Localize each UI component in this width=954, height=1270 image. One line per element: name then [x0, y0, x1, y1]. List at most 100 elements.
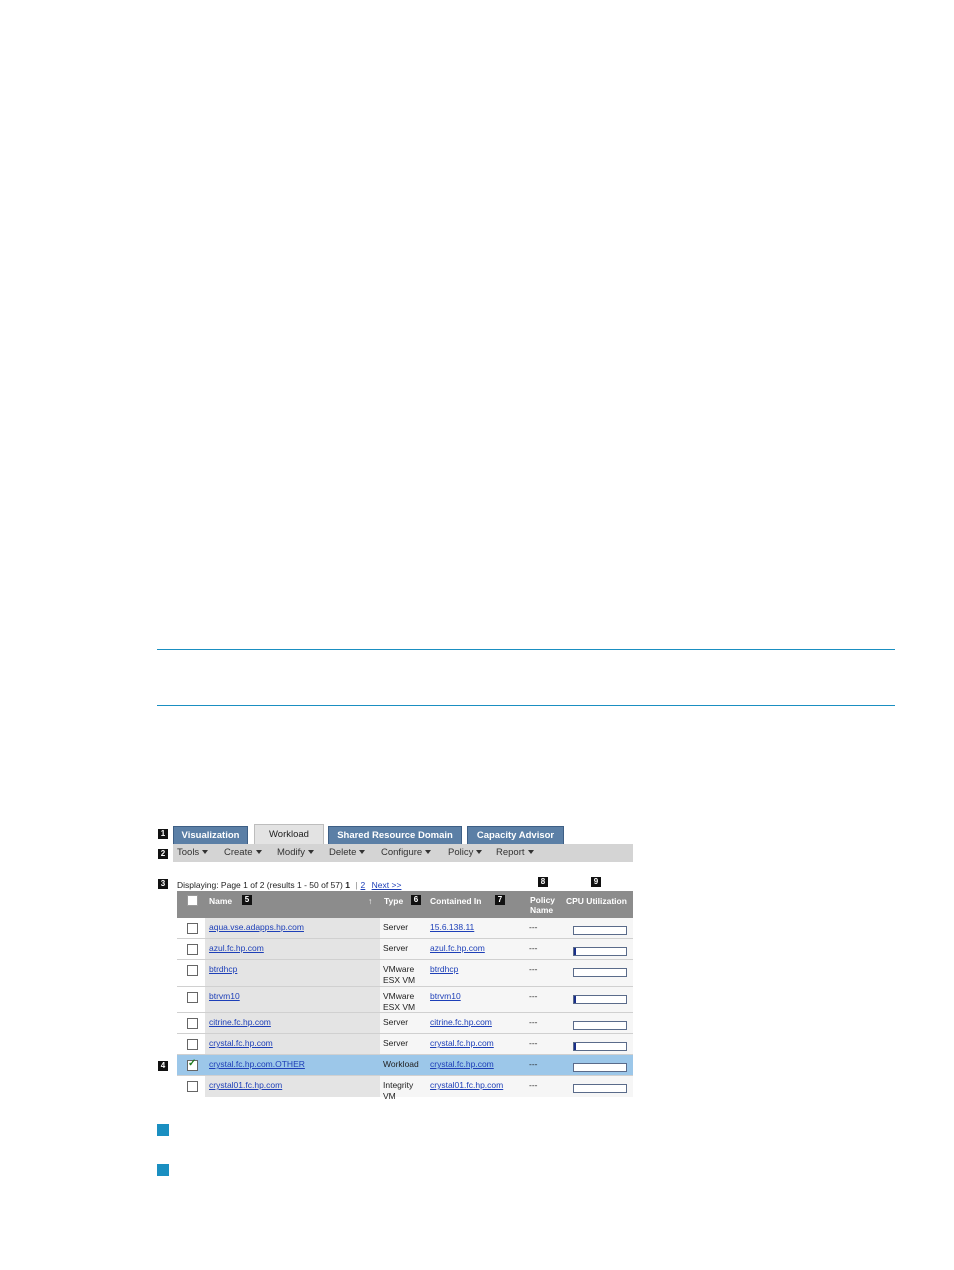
menu-label: Delete — [329, 847, 357, 858]
workload-name-link[interactable]: azul.fc.hp.com — [209, 943, 264, 953]
workload-name-link[interactable]: crystal.fc.hp.com.OTHER — [209, 1059, 305, 1069]
sort-ascending-icon[interactable]: ↑ — [368, 896, 372, 906]
caret-down-icon — [359, 850, 366, 854]
menu-label: Policy — [448, 847, 474, 858]
contained-in-link[interactable]: citrine.fc.hp.com — [430, 1017, 492, 1027]
workload-type: Workload — [383, 1059, 419, 1070]
column-header-policy-line2: Name — [530, 905, 554, 915]
cpu-utilization-fill — [574, 948, 577, 955]
menu-create[interactable]: Create — [224, 844, 262, 862]
contained-in-link[interactable]: btrdhcp — [430, 964, 458, 974]
menu-configure[interactable]: Configure — [381, 844, 432, 862]
pagination-separator: | — [355, 880, 358, 890]
select-all-checkbox[interactable] — [187, 895, 198, 906]
contained-in-link[interactable]: crystal.fc.hp.com — [430, 1059, 494, 1069]
column-header-type[interactable]: Type — [384, 896, 403, 906]
row-checkbox[interactable] — [187, 1039, 198, 1050]
table-row[interactable]: btrvm10 VMware ESX VM btrvm10 --- — [177, 987, 633, 1013]
workload-type: VMware ESX VM — [383, 991, 415, 1013]
table-row[interactable]: btrdhcp VMware ESX VM btrdhcp --- — [177, 960, 633, 987]
contained-in-link[interactable]: btrvm10 — [430, 991, 461, 1001]
pagination-text: Displaying: Page 1 of 2 (results 1 - 50 … — [177, 880, 343, 890]
caret-down-icon — [255, 850, 262, 854]
column-header-policy-name[interactable]: Policy Name — [530, 895, 555, 915]
workload-type-line1: Integrity — [383, 1080, 414, 1090]
row-checkbox[interactable] — [187, 992, 198, 1003]
column-header-contained-in[interactable]: Contained In — [430, 896, 481, 906]
workload-name-link[interactable]: btrdhcp — [209, 964, 237, 974]
workload-name-link[interactable]: btrvm10 — [209, 991, 240, 1001]
workload-name-link[interactable]: citrine.fc.hp.com — [209, 1017, 271, 1027]
menu-delete[interactable]: Delete — [329, 844, 366, 862]
workload-screenshot: Visualization Workload Shared Resource D… — [158, 824, 633, 1101]
table-row[interactable]: aqua.vse.adapps.hp.com Server 15.6.138.11 -… — [177, 918, 633, 939]
row-checkbox[interactable] — [187, 965, 198, 976]
policy-name: --- — [529, 964, 538, 974]
table-row[interactable]: crystal.fc.hp.com.OTHER Workload crystal.f… — [177, 1055, 633, 1076]
policy-name: --- — [529, 1038, 538, 1048]
policy-name: --- — [529, 922, 538, 932]
callout-6: 6 — [411, 895, 421, 905]
workload-type: Integrity VM — [383, 1080, 413, 1102]
workload-type: Server — [383, 1038, 408, 1049]
policy-name: --- — [529, 1080, 538, 1090]
bullet-marker-2 — [157, 1164, 169, 1176]
menu-bar: Tools Create Modify Delete Configure Pol… — [173, 844, 633, 862]
callout-5: 5 — [242, 895, 252, 905]
cpu-utilization-bar — [573, 1084, 627, 1093]
contained-in-link[interactable]: crystal.fc.hp.com — [430, 1038, 494, 1048]
cpu-utilization-fill — [574, 1043, 577, 1050]
workload-name-link[interactable]: aqua.vse.adapps.hp.com — [209, 922, 304, 932]
menu-label: Modify — [277, 847, 305, 858]
page-2-link[interactable]: 2 — [361, 880, 366, 890]
workload-type-line1: Server — [383, 922, 409, 932]
workload-type: VMware ESX VM — [383, 964, 415, 986]
contained-in-link[interactable]: azul.fc.hp.com — [430, 943, 485, 953]
row-checkbox[interactable] — [187, 1081, 198, 1092]
row-checkbox[interactable] — [187, 944, 198, 955]
row-checkbox[interactable] — [187, 1058, 198, 1071]
workload-type-line1: VMware — [383, 991, 415, 1001]
menu-modify[interactable]: Modify — [277, 844, 314, 862]
column-header-cpu-utilization[interactable]: CPU Utilization — [566, 896, 633, 906]
table-row[interactable]: citrine.fc.hp.com Server citrine.fc.hp.com… — [177, 1013, 633, 1034]
callout-8: 8 — [538, 877, 548, 887]
table-row[interactable]: crystal01.fc.hp.com Integrity VM crystal01.… — [177, 1076, 633, 1101]
menu-report[interactable]: Report — [496, 844, 534, 862]
menu-policy[interactable]: Policy — [448, 844, 483, 862]
callout-2: 2 — [158, 849, 168, 859]
workload-type-line1: Server — [383, 943, 409, 953]
row-checkbox[interactable] — [187, 923, 198, 934]
workload-type-line2: ESX VM — [383, 975, 416, 985]
workload-name-link[interactable]: crystal01.fc.hp.com — [209, 1080, 282, 1090]
bullet-marker-1 — [157, 1124, 169, 1136]
workload-type-line1: Workload — [383, 1059, 419, 1069]
workload-type: Server — [383, 922, 408, 933]
menu-tools[interactable]: Tools — [177, 844, 209, 862]
next-page-link[interactable]: Next >> — [372, 880, 402, 890]
workload-type-line1: VMware — [383, 964, 415, 974]
contained-in-link[interactable]: 15.6.138.11 — [430, 922, 474, 932]
tab-visualization[interactable]: Visualization — [173, 826, 248, 844]
cpu-utilization-bar — [573, 1042, 627, 1051]
callout-7: 7 — [495, 895, 505, 905]
menu-label: Create — [224, 847, 253, 858]
policy-name: --- — [529, 1017, 538, 1027]
contained-in-link[interactable]: crystal01.fc.hp.com — [430, 1080, 503, 1090]
tab-capacity-advisor[interactable]: Capacity Advisor — [467, 826, 564, 844]
cpu-utilization-bar — [573, 947, 627, 956]
table-row[interactable]: azul.fc.hp.com Server azul.fc.hp.com --- — [177, 939, 633, 960]
table-row[interactable]: crystal.fc.hp.com Server crystal.fc.hp.com… — [177, 1034, 633, 1055]
note-rule-bottom — [157, 705, 895, 706]
callout-1: 1 — [158, 829, 168, 839]
policy-name: --- — [529, 943, 538, 953]
column-header-name[interactable]: Name — [209, 896, 232, 906]
cpu-utilization-bar — [573, 1021, 627, 1030]
menu-label: Configure — [381, 847, 423, 858]
workload-name-link[interactable]: crystal.fc.hp.com — [209, 1038, 273, 1048]
tab-workload[interactable]: Workload — [254, 824, 324, 844]
cpu-utilization-bar — [573, 926, 627, 935]
cpu-utilization-bar — [573, 995, 627, 1004]
row-checkbox[interactable] — [187, 1018, 198, 1029]
tab-shared-resource-domain[interactable]: Shared Resource Domain — [328, 826, 462, 844]
